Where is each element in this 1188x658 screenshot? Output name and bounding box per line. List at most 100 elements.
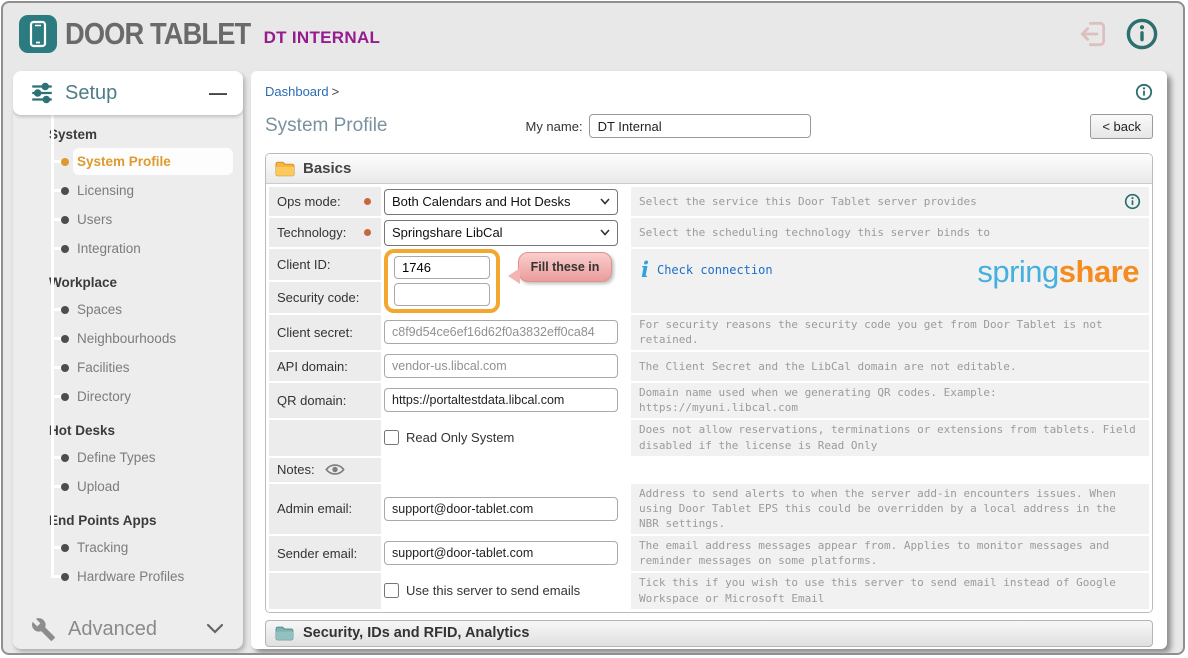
app-window: DOOR TABLET DT INTERNAL [1,1,1185,655]
row-client-secret: Client secret: For security reasons the … [269,315,1149,350]
sidebar-item-upload[interactable]: Upload [13,472,243,501]
read-only-hint: Does not allow reservations, termination… [631,420,1149,456]
sidebar-item-licensing[interactable]: Licensing [13,176,243,205]
breadcrumb: Dashboard> [265,83,339,101]
basics-title: Basics [303,160,351,177]
client-secret-input[interactable] [384,320,618,344]
client-id-input[interactable] [394,256,490,279]
logout-icon[interactable] [1077,18,1109,50]
use-server-send-emails-checkbox[interactable] [384,583,399,598]
api-domain-hint: The Client Secret and the LibCal domain … [631,352,1149,381]
eye-icon[interactable] [325,463,345,476]
sidebar-item-define-types[interactable]: Define Types [13,443,243,472]
sidebar-title: Setup [65,82,117,105]
info-italic-icon: i [641,259,649,280]
check-connection-link[interactable]: i Check connection [641,259,773,280]
app-header: DOOR TABLET DT INTERNAL [3,3,1183,65]
admin-email-input[interactable] [384,497,618,521]
springshare-logo: springshare [977,255,1139,289]
row-ops-mode: Ops mode: Both Calendars and Hot Desks S… [269,187,1149,216]
bullet-icon [61,158,69,166]
basics-section: Basics Ops mode: Both Calendars and Hot … [265,153,1153,613]
connection-cell: i Check connection springshare [631,249,1149,313]
read-only-system-checkbox[interactable] [384,430,399,445]
app-title: DOOR TABLET [65,16,250,52]
sidebar-item-integration[interactable]: Integration [13,234,243,263]
notes-label: Notes: [269,458,381,482]
chevron-down-icon [600,229,610,236]
row-admin-email: Admin email: Address to send alerts to w… [269,484,1149,534]
basics-section-header[interactable]: Basics [266,154,1152,184]
my-name-input[interactable] [589,114,811,138]
environment-label: DT INTERNAL [264,20,381,48]
door-tablet-logo-icon [19,15,57,53]
qr-domain-hint: Domain name used when we generating QR c… [631,383,1149,418]
back-button[interactable]: < back [1090,114,1153,139]
bullet-icon [61,544,69,552]
sidebar-item-users[interactable]: Users [13,205,243,234]
sidebar-section-end-points-apps: End Points Apps [13,507,243,533]
read-only-system-label: Read Only System [406,430,514,445]
sidebar-item-advanced[interactable]: Advanced [13,609,243,649]
ops-mode-label: Ops mode: [269,187,381,216]
technology-hint: Select the scheduling technology this se… [631,218,1149,247]
sender-email-hint: The email address messages appear from. … [631,536,1149,571]
sidebar-item-directory[interactable]: Directory [13,382,243,411]
chevron-down-icon [600,198,610,205]
section-security-ids-rfid[interactable]: Security, IDs and RFID, Analytics [265,620,1153,647]
folder-open-icon [275,161,295,177]
row-api-domain: API domain: The Client Secret and the Li… [269,352,1149,381]
bullet-icon [61,335,69,343]
page-info-icon[interactable] [1135,83,1153,101]
sidebar-section-workplace: Workplace [13,269,243,295]
setup-sidebar: Setup — System System Profile Licensing … [13,71,243,649]
sidebar-section-system: System [13,121,243,147]
sidebar-menu: System System Profile Licensing Users In… [13,115,243,649]
bullet-icon [61,216,69,224]
bullet-icon [61,245,69,253]
sidebar-item-neighbourhoods[interactable]: Neighbourhoods [13,324,243,353]
admin-email-hint: Address to send alerts to when the serve… [631,484,1149,534]
security-code-label: Security code: [269,282,381,313]
use-server-send-emails-label: Use this server to send emails [406,583,580,598]
breadcrumb-dashboard-link[interactable]: Dashboard [265,84,329,99]
bullet-icon [61,393,69,401]
bullet-icon [61,187,69,195]
sidebar-item-system-profile[interactable]: System Profile [13,147,243,176]
security-code-input[interactable] [394,283,490,306]
send-emails-hint: Tick this if you wish to use this server… [631,573,1149,609]
sidebar-item-spaces[interactable]: Spaces [13,295,243,324]
my-name-label: My name: [525,119,582,134]
technology-label: Technology: [269,218,381,247]
setup-header: Setup — [13,71,243,115]
chevron-down-icon [205,622,225,636]
api-domain-input[interactable] [384,354,618,378]
bullet-icon [61,573,69,581]
main-panel: Dashboard> System Profile My name: < bac… [251,71,1167,649]
ops-mode-select[interactable]: Both Calendars and Hot Desks [384,189,618,215]
required-dot-icon [364,198,371,205]
sidebar-item-facilities[interactable]: Facilities [13,353,243,382]
row-technology: Technology: Springshare LibCal Select th… [269,218,1149,247]
api-domain-label: API domain: [269,352,381,381]
sender-email-input[interactable] [384,541,618,565]
advanced-label: Advanced [68,618,157,641]
sidebar-item-tracking[interactable]: Tracking [13,533,243,562]
row-info-icon[interactable] [1124,193,1141,210]
wrench-icon [31,617,56,642]
row-qr-domain: QR domain: Domain name used when we gene… [269,383,1149,418]
sidebar-section-hot-desks: Hot Desks [13,417,243,443]
fill-these-in-callout: Fill these in [518,252,612,282]
client-secret-label: Client secret: [269,315,381,350]
row-notes: Notes: [269,458,1149,482]
sidebar-item-hardware-profiles[interactable]: Hardware Profiles [13,562,243,591]
collapse-sidebar-icon[interactable]: — [209,83,227,104]
row-send-emails: Use this server to send emails Tick this… [269,573,1149,609]
client-id-label: Client ID: [269,249,381,280]
row-client-credentials: Client ID: Security code: Fill these in [269,249,1149,313]
qr-domain-input[interactable] [384,388,618,412]
page-title: System Profile [265,115,387,137]
row-read-only: Read Only System Does not allow reservat… [269,420,1149,456]
technology-select[interactable]: Springshare LibCal [384,220,618,246]
info-icon[interactable] [1125,17,1159,51]
